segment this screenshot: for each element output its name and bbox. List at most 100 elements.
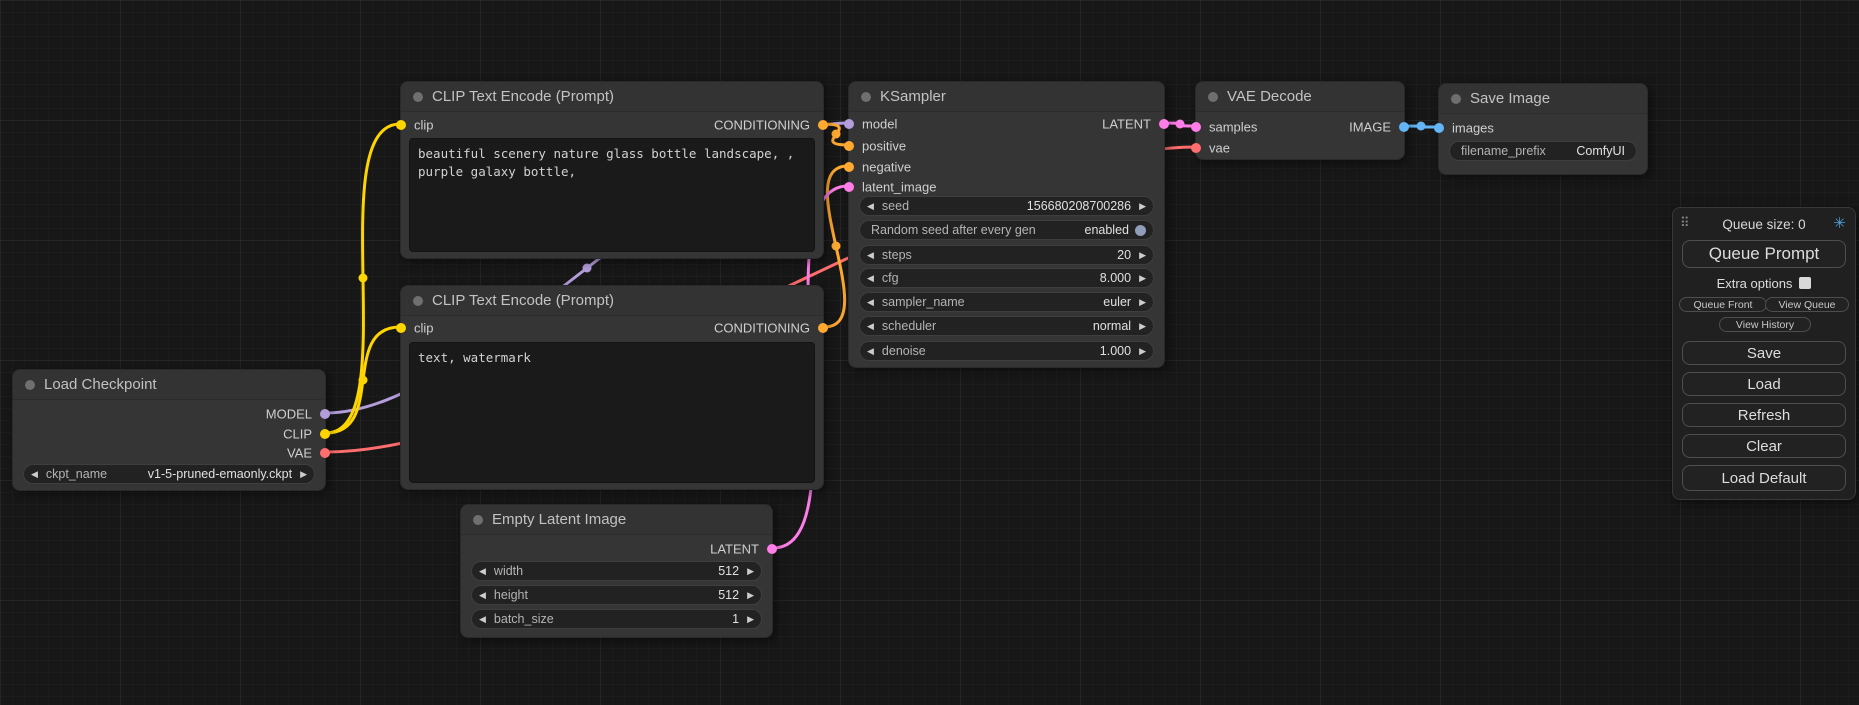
decrement-arrow-icon[interactable]: ◀ [867, 202, 874, 211]
node-collapse-dot[interactable] [413, 296, 423, 306]
node-collapse-dot[interactable] [1451, 94, 1461, 104]
input-slot-samples[interactable] [1191, 122, 1201, 132]
input-label-latent-image: latent_image [862, 180, 936, 195]
scheduler-widget[interactable]: ◀ scheduler normal ▶ [859, 316, 1154, 336]
decrement-arrow-icon[interactable]: ◀ [867, 251, 874, 260]
negative-prompt-textarea[interactable]: text, watermark [409, 342, 815, 483]
input-slot-latent-image[interactable] [844, 182, 854, 192]
node-save-image[interactable]: Save Image images filename_prefix ComfyU… [1438, 83, 1648, 175]
output-slot-clip[interactable] [320, 429, 330, 439]
increment-arrow-icon[interactable]: ▶ [1139, 298, 1146, 307]
increment-arrow-icon[interactable]: ▶ [1139, 274, 1146, 283]
output-slot-image[interactable] [1399, 122, 1409, 132]
decrement-arrow-icon[interactable]: ◀ [479, 567, 486, 576]
steps-widget[interactable]: ◀ steps 20 ▶ [859, 245, 1154, 265]
ckpt-name-widget[interactable]: ◀ ckpt_name v1-5-pruned-emaonly.ckpt ▶ [23, 464, 315, 484]
input-slot-model[interactable] [844, 119, 854, 129]
input-row-images: images [1439, 118, 1647, 138]
input-slot-clip[interactable] [396, 323, 406, 333]
node-load-checkpoint[interactable]: Load Checkpoint MODEL CLIP VAE ◀ ckpt_na… [12, 369, 326, 491]
decrement-arrow-icon[interactable]: ◀ [479, 615, 486, 624]
node-title-bar[interactable]: CLIP Text Encode (Prompt) [401, 286, 823, 316]
height-widget[interactable]: ◀ height 512 ▶ [471, 585, 762, 605]
settings-gear-icon[interactable]: ✳ [1833, 214, 1846, 232]
io-row-samples-image: samples IMAGE [1196, 117, 1404, 137]
decrement-arrow-icon[interactable]: ◀ [867, 298, 874, 307]
wire-midpoint-dot [1176, 120, 1185, 129]
increment-arrow-icon[interactable]: ▶ [1139, 347, 1146, 356]
widget-value: 156680208700286 [1027, 199, 1131, 213]
batch-size-widget[interactable]: ◀ batch_size 1 ▶ [471, 609, 762, 629]
output-slot-latent[interactable] [767, 544, 777, 554]
increment-arrow-icon[interactable]: ▶ [747, 615, 754, 624]
node-ksampler[interactable]: KSampler model LATENT positive negative … [848, 81, 1165, 368]
input-label-positive: positive [862, 139, 906, 154]
node-clip-text-encode-positive[interactable]: CLIP Text Encode (Prompt) clip CONDITION… [400, 81, 824, 259]
node-title-bar[interactable]: VAE Decode [1196, 82, 1404, 112]
output-slot-latent[interactable] [1159, 119, 1169, 129]
clear-button[interactable]: Clear [1682, 434, 1846, 458]
load-button[interactable]: Load [1682, 372, 1846, 396]
input-slot-images[interactable] [1434, 123, 1444, 133]
output-slot-vae[interactable] [320, 448, 330, 458]
node-clip-text-encode-negative[interactable]: CLIP Text Encode (Prompt) clip CONDITION… [400, 285, 824, 490]
widget-value: 1 [732, 612, 739, 626]
node-collapse-dot[interactable] [473, 515, 483, 525]
toggle-dot-icon[interactable] [1135, 225, 1146, 236]
output-slot-conditioning[interactable] [818, 120, 828, 130]
random-seed-toggle-widget[interactable]: Random seed after every gen enabled [859, 220, 1154, 240]
wire-midpoint-dot [359, 376, 368, 385]
node-collapse-dot[interactable] [25, 380, 35, 390]
io-row: clip CONDITIONING [401, 318, 823, 338]
denoise-widget[interactable]: ◀ denoise 1.000 ▶ [859, 341, 1154, 361]
save-button[interactable]: Save [1682, 341, 1846, 365]
cfg-widget[interactable]: ◀ cfg 8.000 ▶ [859, 268, 1154, 288]
seed-widget[interactable]: ◀ seed 156680208700286 ▶ [859, 196, 1154, 216]
output-slot-model[interactable] [320, 409, 330, 419]
increment-arrow-icon[interactable]: ▶ [300, 470, 307, 479]
wire-midpoint-dot [832, 130, 841, 139]
decrement-arrow-icon[interactable]: ◀ [867, 274, 874, 283]
increment-arrow-icon[interactable]: ▶ [1139, 202, 1146, 211]
node-vae-decode[interactable]: VAE Decode samples IMAGE vae [1195, 81, 1405, 160]
node-title-bar[interactable]: Empty Latent Image [461, 505, 772, 535]
input-slot-positive[interactable] [844, 141, 854, 151]
node-title-bar[interactable]: KSampler [849, 82, 1164, 112]
node-title-bar[interactable]: Save Image [1439, 84, 1647, 114]
widget-value: 8.000 [1100, 271, 1131, 285]
input-label-samples: samples [1209, 120, 1257, 135]
input-slot-negative[interactable] [844, 162, 854, 172]
node-collapse-dot[interactable] [413, 92, 423, 102]
increment-arrow-icon[interactable]: ▶ [747, 567, 754, 576]
io-row: clip CONDITIONING [401, 115, 823, 135]
node-title-bar[interactable]: CLIP Text Encode (Prompt) [401, 82, 823, 112]
node-empty-latent-image[interactable]: Empty Latent Image LATENT ◀ width 512 ▶ … [460, 504, 773, 638]
increment-arrow-icon[interactable]: ▶ [747, 591, 754, 600]
output-slot-conditioning[interactable] [818, 323, 828, 333]
node-title-bar[interactable]: Load Checkpoint [13, 370, 325, 400]
positive-prompt-textarea[interactable]: beautiful scenery nature glass bottle la… [409, 138, 815, 252]
width-widget[interactable]: ◀ width 512 ▶ [471, 561, 762, 581]
increment-arrow-icon[interactable]: ▶ [1139, 251, 1146, 260]
wire-midpoint-dot [583, 264, 592, 273]
queue-prompt-button[interactable]: Queue Prompt [1682, 240, 1846, 268]
widget-value: 512 [718, 588, 739, 602]
input-slot-vae[interactable] [1191, 143, 1201, 153]
decrement-arrow-icon[interactable]: ◀ [479, 591, 486, 600]
decrement-arrow-icon[interactable]: ◀ [31, 470, 38, 479]
decrement-arrow-icon[interactable]: ◀ [867, 347, 874, 356]
extra-options-checkbox[interactable] [1799, 277, 1811, 289]
sampler-name-widget[interactable]: ◀ sampler_name euler ▶ [859, 292, 1154, 312]
queue-front-button[interactable]: Queue Front [1679, 297, 1767, 312]
load-default-button[interactable]: Load Default [1682, 465, 1846, 491]
node-collapse-dot[interactable] [1208, 92, 1218, 102]
view-history-button[interactable]: View History [1719, 317, 1811, 332]
view-queue-button[interactable]: View Queue [1765, 297, 1849, 312]
node-collapse-dot[interactable] [861, 92, 871, 102]
increment-arrow-icon[interactable]: ▶ [1139, 322, 1146, 331]
input-slot-clip[interactable] [396, 120, 406, 130]
widget-label: batch_size [494, 612, 716, 626]
decrement-arrow-icon[interactable]: ◀ [867, 322, 874, 331]
refresh-button[interactable]: Refresh [1682, 403, 1846, 427]
filename-prefix-widget[interactable]: filename_prefix ComfyUI [1449, 141, 1637, 161]
